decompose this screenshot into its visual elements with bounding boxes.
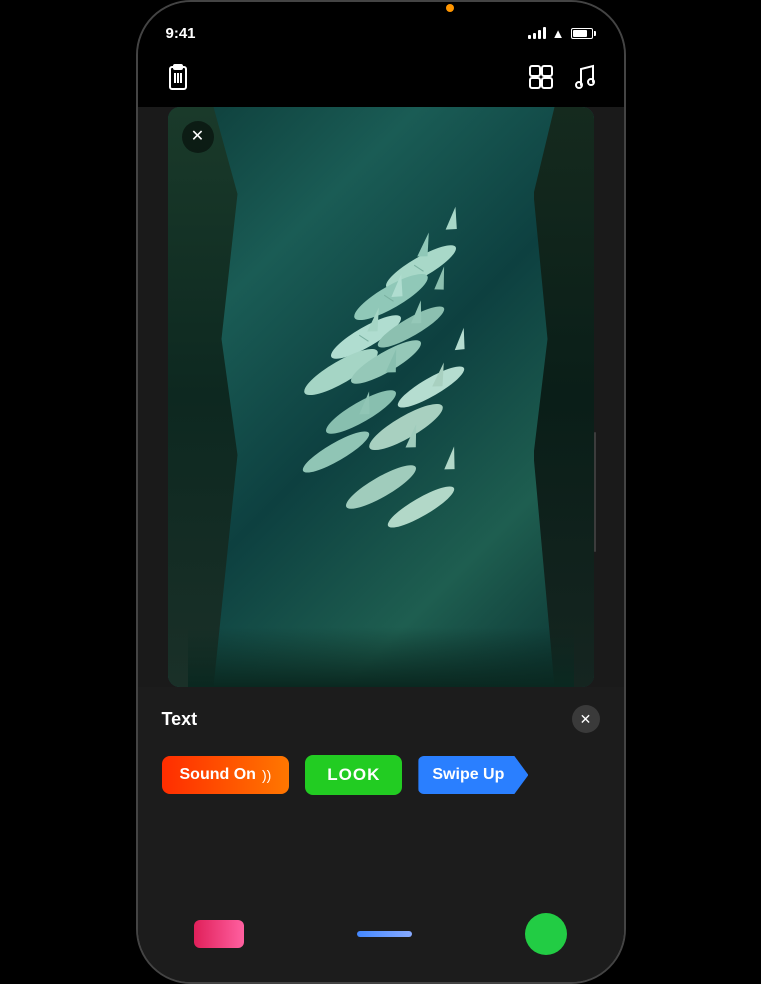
music-button[interactable] bbox=[572, 63, 596, 97]
phone-frame: 9:41 ▲ bbox=[136, 0, 626, 984]
photo-container: ✕ bbox=[168, 107, 594, 687]
side-indicator bbox=[594, 432, 596, 552]
signal-icon bbox=[528, 27, 546, 39]
volume-up-button[interactable] bbox=[136, 162, 138, 197]
battery-icon bbox=[571, 28, 596, 39]
text-panel-title: Text bbox=[162, 709, 198, 730]
text-panel-header: Text ✕ bbox=[138, 687, 624, 745]
volume-down-button[interactable] bbox=[136, 207, 138, 242]
sound-on-sticker[interactable]: Sound On )) bbox=[162, 756, 290, 794]
look-label: LOOK bbox=[327, 765, 380, 784]
look-sticker[interactable]: LOOK bbox=[305, 755, 402, 795]
top-toolbar bbox=[138, 52, 624, 107]
color-swatch-red[interactable] bbox=[194, 920, 244, 948]
sound-on-label: Sound On bbox=[180, 766, 256, 784]
color-swatch-green[interactable] bbox=[525, 913, 567, 955]
fish-group bbox=[221, 187, 541, 607]
status-icons: ▲ bbox=[528, 26, 596, 41]
sound-waves-icon: )) bbox=[262, 767, 271, 783]
close-panel-button[interactable]: ✕ bbox=[572, 705, 600, 733]
fish-scene bbox=[168, 107, 594, 687]
stickers-row: Sound On )) LOOK Swipe Up bbox=[138, 745, 624, 805]
color-swatch-blue[interactable] bbox=[357, 931, 412, 937]
close-photo-button[interactable]: ✕ bbox=[182, 121, 214, 153]
text-panel: Text ✕ Sound On )) LOOK Swipe Up bbox=[138, 687, 624, 982]
rock-right bbox=[534, 107, 594, 687]
swipe-up-label: Swipe Up bbox=[432, 766, 512, 784]
close-panel-icon: ✕ bbox=[580, 711, 592, 728]
delete-button[interactable] bbox=[166, 63, 190, 97]
status-time: 9:41 bbox=[166, 25, 196, 42]
layout-button[interactable] bbox=[528, 64, 554, 96]
notch bbox=[306, 2, 456, 32]
close-photo-icon: ✕ bbox=[191, 129, 204, 145]
toolbar-right bbox=[528, 63, 596, 97]
swipe-up-sticker[interactable]: Swipe Up bbox=[418, 756, 528, 794]
power-button[interactable] bbox=[624, 202, 626, 267]
bottom-color-row bbox=[138, 902, 624, 982]
notification-dot bbox=[446, 4, 454, 12]
wifi-icon: ▲ bbox=[552, 26, 565, 41]
